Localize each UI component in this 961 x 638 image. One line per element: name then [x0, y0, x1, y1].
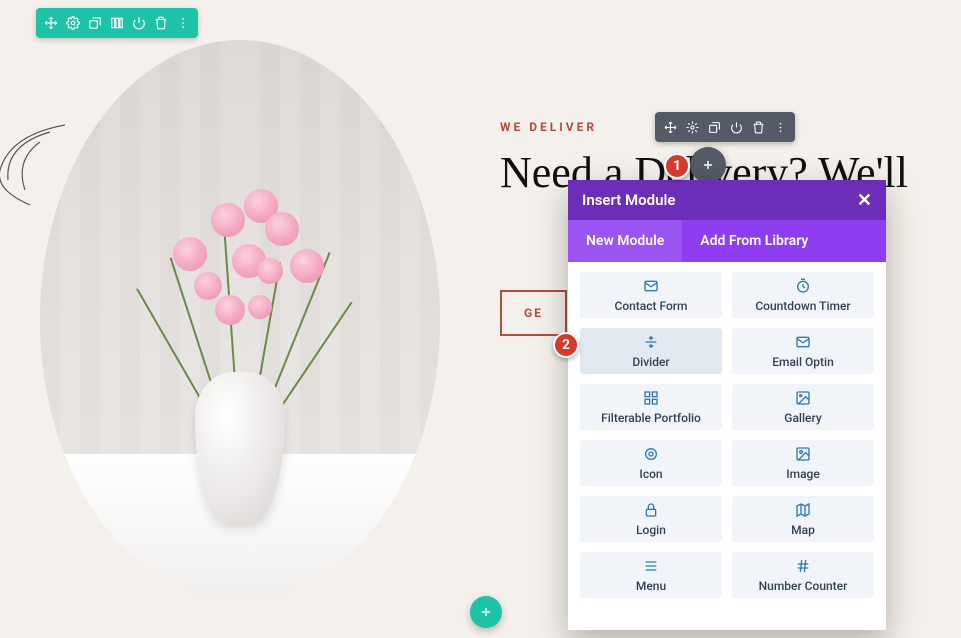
- module-label: Filterable Portfolio: [601, 411, 701, 425]
- module-label: Divider: [632, 355, 669, 369]
- module-map[interactable]: Map: [732, 496, 874, 542]
- insert-module-modal: Insert Module ✕ New Module Add From Libr…: [568, 180, 886, 630]
- lock-icon: [643, 502, 659, 521]
- settings-icon[interactable]: [681, 116, 703, 138]
- modal-tabs: New Module Add From Library: [568, 220, 886, 262]
- add-section-button[interactable]: [470, 596, 502, 628]
- trash-icon[interactable]: [747, 116, 769, 138]
- move-icon[interactable]: [659, 116, 681, 138]
- map-icon: [795, 502, 811, 521]
- tab-add-from-library[interactable]: Add From Library: [682, 220, 826, 262]
- modal-header: Insert Module ✕: [568, 180, 886, 220]
- close-icon[interactable]: ✕: [857, 190, 872, 211]
- image-icon: [795, 446, 811, 465]
- target-icon: [643, 446, 659, 465]
- module-contact-form[interactable]: Contact Form: [580, 272, 722, 318]
- module-label: Menu: [636, 579, 666, 593]
- duplicate-icon[interactable]: [703, 116, 725, 138]
- power-icon[interactable]: [128, 12, 150, 34]
- module-label: Image: [786, 467, 820, 481]
- add-module-button[interactable]: [690, 147, 726, 183]
- module-label: Icon: [639, 467, 662, 481]
- power-icon[interactable]: [725, 116, 747, 138]
- timer-icon: [795, 278, 811, 297]
- module-label: Login: [636, 523, 666, 537]
- module-label: Number Counter: [759, 579, 848, 593]
- flower-vase-scene: [40, 40, 440, 600]
- more-icon[interactable]: [769, 116, 791, 138]
- modal-body: Contact Form Countdown Timer Divider Email …: [568, 262, 886, 630]
- mail-icon: [795, 334, 811, 353]
- module-image[interactable]: Image: [732, 440, 874, 486]
- mail-icon: [643, 278, 659, 297]
- menu-icon: [643, 558, 659, 577]
- module-number-counter[interactable]: Number Counter: [732, 552, 874, 598]
- annotation-step-1: 1: [664, 153, 690, 179]
- module-label: Gallery: [784, 411, 821, 425]
- cta-label: GE: [524, 306, 543, 320]
- module-icon[interactable]: Icon: [580, 440, 722, 486]
- module-label: Contact Form: [614, 299, 687, 313]
- module-countdown-timer[interactable]: Countdown Timer: [732, 272, 874, 318]
- more-icon[interactable]: [172, 12, 194, 34]
- tab-new-module[interactable]: New Module: [568, 220, 682, 262]
- module-label: Map: [791, 523, 815, 537]
- tab-label: New Module: [586, 233, 664, 249]
- module-gallery[interactable]: Gallery: [732, 384, 874, 430]
- gallery-icon: [795, 390, 811, 409]
- module-login[interactable]: Login: [580, 496, 722, 542]
- annotation-step-2: 2: [553, 332, 579, 358]
- columns-icon[interactable]: [106, 12, 128, 34]
- module-divider[interactable]: Divider: [580, 328, 722, 374]
- module-label: Countdown Timer: [755, 299, 850, 313]
- duplicate-icon[interactable]: [84, 12, 106, 34]
- hero-image-oval: [40, 40, 440, 600]
- module-label: Email Optin: [772, 355, 834, 369]
- grid-icon: [643, 390, 659, 409]
- tab-label: Add From Library: [700, 233, 808, 249]
- module-email-optin[interactable]: Email Optin: [732, 328, 874, 374]
- trash-icon[interactable]: [150, 12, 172, 34]
- module-menu[interactable]: Menu: [580, 552, 722, 598]
- row-toolbar: [655, 112, 795, 142]
- section-toolbar: [36, 8, 198, 38]
- cta-button[interactable]: GE: [500, 290, 567, 336]
- move-icon[interactable]: [40, 12, 62, 34]
- hash-icon: [795, 558, 811, 577]
- settings-icon[interactable]: [62, 12, 84, 34]
- modal-title: Insert Module: [582, 191, 675, 209]
- module-filterable-portfolio[interactable]: Filterable Portfolio: [580, 384, 722, 430]
- divider-icon: [643, 334, 659, 353]
